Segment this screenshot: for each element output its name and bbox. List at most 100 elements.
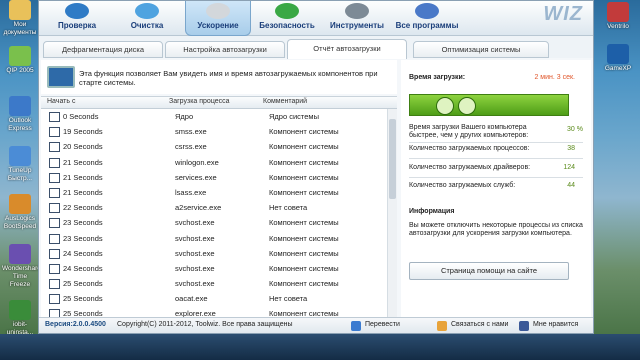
process-icon bbox=[49, 203, 60, 214]
process-icon bbox=[49, 263, 60, 274]
copyright-text: Copyright(C) 2011-2012, Toolwiz. Все пра… bbox=[117, 321, 293, 328]
services-row: Количество загружаемых служб: 44 bbox=[409, 182, 575, 189]
shield-icon bbox=[275, 3, 299, 19]
procs-value: 38 bbox=[567, 145, 575, 152]
table-row[interactable]: 23 Seconds svchost.exe Компонент системы bbox=[41, 231, 387, 246]
startup-table: Начать с Загрузка процесса Комментарий 0… bbox=[41, 96, 397, 322]
table-row[interactable]: 20 Seconds csrss.exe Компонент системы bbox=[41, 139, 387, 154]
table-row[interactable]: 24 Seconds svchost.exe Компонент системы bbox=[41, 246, 387, 261]
divider bbox=[409, 177, 583, 178]
process-icon bbox=[49, 172, 60, 183]
folder-icon bbox=[9, 0, 31, 20]
like-icon bbox=[519, 321, 529, 331]
desktop-icon-wondershare[interactable]: Wondershare Time Freeze bbox=[2, 244, 41, 289]
process-icon bbox=[49, 218, 60, 229]
desktop-left-icons: Мои документы QIP 2005 Outlook Express T… bbox=[0, 0, 41, 360]
desktop-icon-outlook[interactable]: Outlook Express bbox=[2, 96, 38, 133]
process-icon bbox=[49, 112, 60, 122]
boot-time-row: Время загрузки: 2 мин. 3 сек. bbox=[409, 74, 575, 81]
divider bbox=[409, 158, 583, 159]
toolbar-button-check[interactable]: Проверка bbox=[45, 1, 109, 35]
tab-system-optimization[interactable]: Оптимизация системы bbox=[413, 41, 549, 58]
contact-link[interactable]: Связаться с нами bbox=[451, 321, 508, 328]
divider bbox=[409, 142, 583, 143]
table-row[interactable]: 24 Seconds svchost.exe Компонент системы bbox=[41, 261, 387, 276]
desktop-right-icons: Ventrilo GameXP bbox=[594, 0, 640, 360]
process-icon bbox=[49, 142, 60, 153]
toolbar-button-speedup[interactable]: Ускорение bbox=[185, 1, 251, 36]
table-row[interactable]: 21 Seconds winlogon.exe Компонент системы bbox=[41, 155, 387, 170]
boot-rating-bar bbox=[409, 94, 569, 116]
faster-value: 30 % bbox=[567, 126, 583, 133]
table-row[interactable]: 0 Seconds Ядро Ядро системы bbox=[41, 109, 387, 124]
thumbs-up-icon bbox=[458, 97, 476, 115]
tools-icon bbox=[345, 3, 369, 19]
table-row[interactable]: 22 Seconds a2service.exe Нет совета bbox=[41, 200, 387, 215]
table-row[interactable]: 25 Seconds svchost.exe Компонент системы bbox=[41, 276, 387, 291]
stats-panel: Время загрузки: 2 мин. 3 сек. Время загр… bbox=[401, 60, 591, 318]
desktop-icon-qip[interactable]: QIP 2005 bbox=[2, 46, 38, 75]
clean-icon bbox=[135, 3, 159, 19]
app-window: Проверка Очистка Ускорение Безопасность … bbox=[38, 0, 594, 334]
help-page-button[interactable]: Страница помощи на сайте bbox=[409, 262, 569, 280]
process-icon bbox=[49, 294, 60, 305]
table-row[interactable]: 19 Seconds smss.exe Компонент системы bbox=[41, 124, 387, 139]
table-scrollbar[interactable] bbox=[387, 109, 397, 319]
desktop-icon-ventrilo[interactable]: Ventrilo bbox=[598, 2, 638, 30]
like-link[interactable]: Мне нравится bbox=[533, 321, 578, 328]
tab-defrag[interactable]: Дефрагментация диска bbox=[43, 41, 163, 58]
tab-startup-settings[interactable]: Настройка автозагрузки bbox=[165, 41, 285, 58]
status-bar: Версия:2.0.0.4500 Copyright(C) 2011-2012… bbox=[39, 317, 593, 333]
translate-icon bbox=[351, 321, 361, 331]
header-comment[interactable]: Комментарий bbox=[263, 98, 307, 105]
header-process[interactable]: Загрузка процесса bbox=[169, 98, 230, 105]
table-row[interactable]: 23 Seconds svchost.exe Компонент системы bbox=[41, 215, 387, 230]
table-header: Начать с Загрузка процесса Комментарий bbox=[41, 97, 397, 109]
ventrilo-icon bbox=[607, 2, 629, 22]
scrollbar-thumb[interactable] bbox=[389, 119, 396, 199]
table-row[interactable]: 21 Seconds services.exe Компонент системы bbox=[41, 170, 387, 185]
desktop-icon-tuneup[interactable]: TuneUp Быстр... bbox=[2, 146, 38, 183]
iobit-icon bbox=[9, 300, 31, 320]
toolbar-button-tools[interactable]: Инструменты bbox=[325, 1, 389, 35]
version-text: Версия:2.0.0.4500 bbox=[45, 321, 106, 328]
app-logo: WIZ bbox=[543, 3, 583, 25]
table-rows: 0 Seconds Ядро Ядро системы 19 Seconds smss… bbox=[41, 109, 387, 322]
drivers-row: Количество загружаемых драйверов: 124 bbox=[409, 164, 575, 171]
tab-bar: Дефрагментация диска Настройка автозагру… bbox=[39, 36, 593, 59]
desktop-icon-gamexp[interactable]: GameXP bbox=[598, 44, 638, 72]
toolbar-button-clean[interactable]: Очистка bbox=[115, 1, 179, 35]
desktop-icon-auslogics[interactable]: AusLogics BootSpeed bbox=[2, 194, 38, 231]
tab-startup-report[interactable]: Отчёт автозагрузки bbox=[287, 39, 407, 59]
process-icon bbox=[49, 187, 60, 198]
taskbar bbox=[0, 334, 640, 360]
programs-icon bbox=[415, 3, 439, 19]
contact-icon bbox=[437, 321, 447, 331]
tuneup-icon bbox=[9, 146, 31, 166]
translate-link[interactable]: Перевести bbox=[365, 321, 400, 328]
process-icon bbox=[49, 233, 60, 244]
header-start-time[interactable]: Начать с bbox=[47, 98, 75, 105]
info-title: Информация bbox=[409, 208, 455, 215]
speedup-icon bbox=[206, 3, 230, 19]
process-icon bbox=[49, 127, 60, 138]
table-row[interactable]: 25 Seconds oacat.exe Нет совета bbox=[41, 291, 387, 306]
main-toolbar: Проверка Очистка Ускорение Безопасность … bbox=[39, 1, 593, 36]
toolbar-button-security[interactable]: Безопасность bbox=[255, 1, 319, 35]
gamexp-icon bbox=[607, 44, 629, 64]
table-row[interactable]: 21 Seconds lsass.exe Компонент системы bbox=[41, 185, 387, 200]
desktop-icon-iobit[interactable]: iobit-uninsta... bbox=[2, 300, 38, 337]
check-icon bbox=[65, 3, 89, 19]
qip-icon bbox=[9, 46, 31, 66]
process-icon bbox=[49, 248, 60, 259]
desktop-icon-my-documents[interactable]: Мои документы bbox=[2, 0, 38, 37]
process-icon bbox=[49, 157, 60, 168]
info-banner: Эта функция позволяет Вам увидеть имя и … bbox=[41, 60, 397, 94]
outlook-icon bbox=[9, 96, 31, 116]
wondershare-icon bbox=[9, 244, 31, 264]
thumbs-up-icon bbox=[436, 97, 454, 115]
auslogics-icon bbox=[9, 194, 31, 214]
monitor-icon bbox=[47, 66, 75, 88]
boot-time-value: 2 мин. 3 сек. bbox=[534, 74, 575, 81]
toolbar-button-all-programs[interactable]: Все программы bbox=[389, 1, 465, 35]
